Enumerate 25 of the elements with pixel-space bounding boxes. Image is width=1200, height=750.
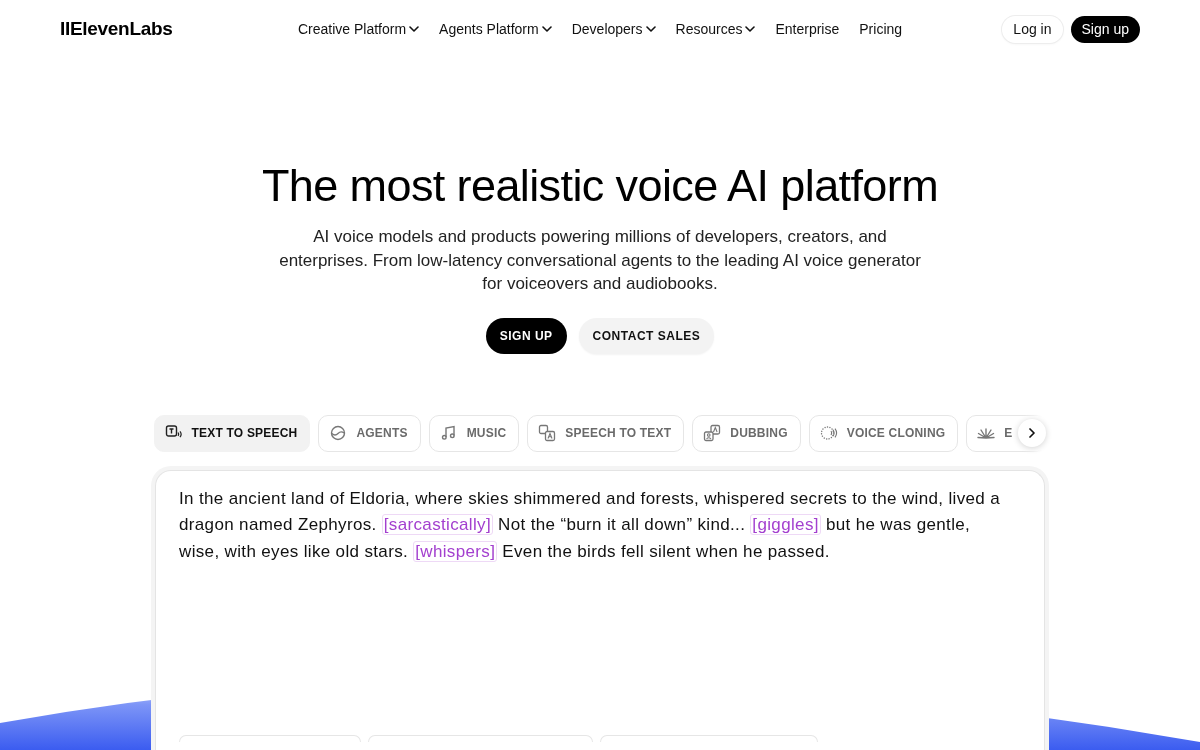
nav-link[interactable]: Developers: [571, 21, 656, 37]
product-tab[interactable]: AGENTS: [318, 414, 421, 452]
product-tab[interactable]: TEXT TO SPEECH: [153, 414, 311, 452]
nav-link[interactable]: Pricing: [859, 21, 903, 37]
text-tiles-icon: [538, 424, 557, 442]
sign-up-button[interactable]: Sign up: [1070, 15, 1140, 43]
dotted-sound-icon: [819, 424, 838, 442]
product-tab[interactable]: DUBBING: [692, 414, 801, 452]
nav-link[interactable]: Agents Platform: [439, 21, 552, 37]
product-tab[interactable]: VOICE CLONING: [808, 414, 959, 452]
music-note-icon: [439, 424, 458, 442]
orb-icon: [329, 424, 348, 442]
chevron-right-icon: [1028, 427, 1035, 438]
hero-subtitle: AI voice models and products powering millions of developers, creators, and enterprises. From low-latency conversational agents to the leading AI voice generator for voiceovers and audiobooks.: [278, 226, 922, 295]
nav-link[interactable]: Enterprise: [775, 21, 840, 37]
product-tab[interactable]: SPEECH TO TEXT: [527, 414, 685, 452]
person-tiles-icon: [703, 424, 722, 442]
product-tab[interactable]: MUSIC: [428, 414, 520, 452]
nav-link[interactable]: Creative Platform: [297, 21, 420, 37]
sign-up-button[interactable]: SIGN UP: [485, 317, 567, 354]
logo[interactable]: IIElevenLabs: [60, 18, 173, 40]
hero-title: The most realistic voice AI platform: [261, 159, 939, 213]
contact-sales-button[interactable]: CONTACT SALES: [578, 317, 715, 354]
log-in-button[interactable]: Log in: [1002, 15, 1063, 43]
nav-link[interactable]: Resources: [675, 21, 756, 37]
